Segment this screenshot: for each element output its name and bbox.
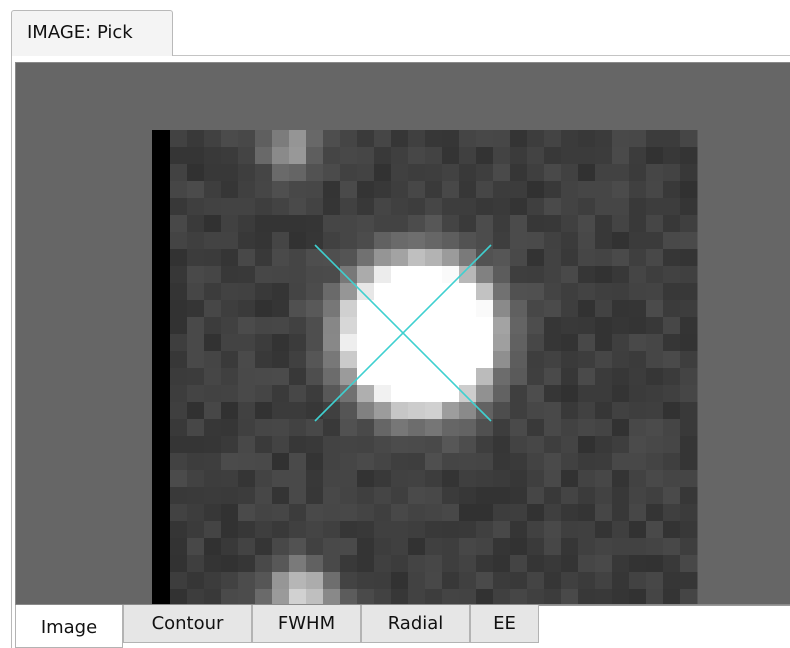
tab-radial[interactable]: Radial — [361, 605, 470, 643]
bottom-tab-bar: Image Contour FWHM Radial EE — [15, 605, 790, 648]
pick-window: IMAGE: Pick Image Contour FWHM Radial EE — [0, 0, 790, 648]
tab-image[interactable]: Image — [15, 605, 123, 648]
tab-image-pick[interactable]: IMAGE: Pick — [11, 10, 173, 56]
top-tab-bar: IMAGE: Pick — [0, 0, 790, 56]
tab-ee[interactable]: EE — [470, 605, 539, 643]
image-canvas[interactable] — [16, 63, 790, 605]
pixel-image — [170, 130, 698, 604]
tab-contour[interactable]: Contour — [123, 605, 252, 643]
image-viewer[interactable] — [15, 62, 790, 605]
image-left-border — [152, 130, 170, 604]
tab-fwhm[interactable]: FWHM — [252, 605, 361, 643]
